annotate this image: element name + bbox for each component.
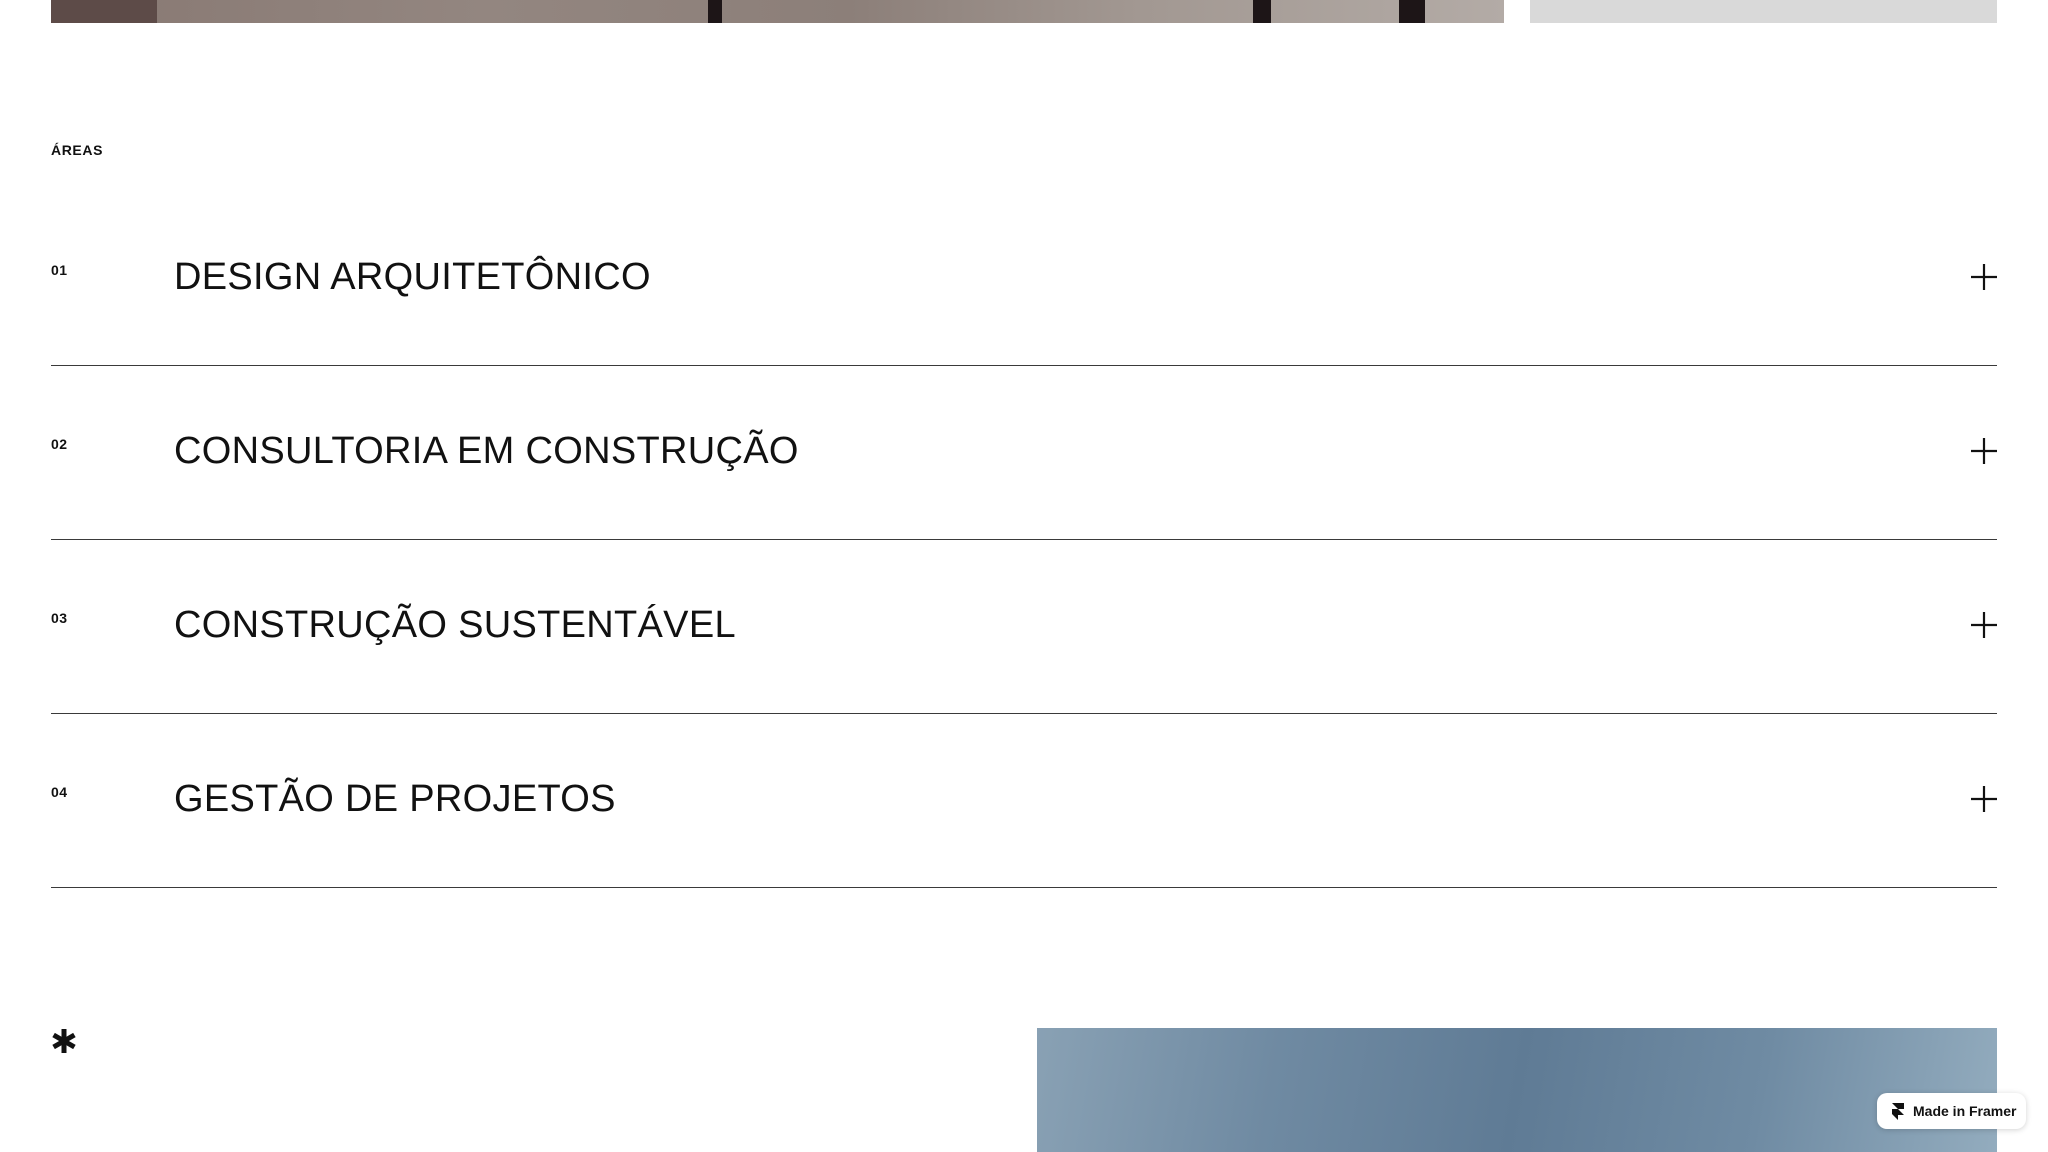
image-furniture-leg xyxy=(708,0,722,23)
framer-logo-icon xyxy=(1892,1102,1904,1120)
item-title: CONSTRUÇÃO SUSTENTÁVEL xyxy=(174,604,736,646)
plus-icon[interactable] xyxy=(1971,786,1997,812)
asterisk-icon xyxy=(52,1029,76,1053)
areas-accordion: 01 DESIGN ARQUITETÔNICO 02 CONSULTORIA E… xyxy=(51,192,1997,888)
plus-icon[interactable] xyxy=(1971,264,1997,290)
image-wall-segment xyxy=(51,0,157,23)
badge-label: Made in Framer xyxy=(1913,1103,2017,1119)
made-in-framer-badge[interactable]: Made in Framer xyxy=(1877,1093,2026,1129)
accordion-item-gestao[interactable]: 04 GESTÃO DE PROJETOS xyxy=(51,714,1997,888)
image-furniture-leg xyxy=(1253,0,1271,23)
item-number: 01 xyxy=(51,262,68,278)
item-number: 02 xyxy=(51,436,68,452)
item-number: 04 xyxy=(51,784,68,800)
plus-icon[interactable] xyxy=(1971,612,1997,638)
image-placeholder xyxy=(1530,0,1997,23)
section-label: ÁREAS xyxy=(51,142,104,158)
accordion-item-sustentavel[interactable]: 03 CONSTRUÇÃO SUSTENTÁVEL xyxy=(51,540,1997,714)
item-title: CONSULTORIA EM CONSTRUÇÃO xyxy=(174,430,799,472)
plus-icon[interactable] xyxy=(1971,438,1997,464)
image-furniture-leg xyxy=(1399,0,1425,23)
hero-image-bottom-edge xyxy=(51,0,1504,23)
accordion-item-design[interactable]: 01 DESIGN ARQUITETÔNICO xyxy=(51,192,1997,366)
item-title: DESIGN ARQUITETÔNICO xyxy=(174,256,651,298)
accordion-item-consultoria[interactable]: 02 CONSULTORIA EM CONSTRUÇÃO xyxy=(51,366,1997,540)
sky-image xyxy=(1037,1028,1997,1152)
item-number: 03 xyxy=(51,610,68,626)
item-title: GESTÃO DE PROJETOS xyxy=(174,778,616,820)
